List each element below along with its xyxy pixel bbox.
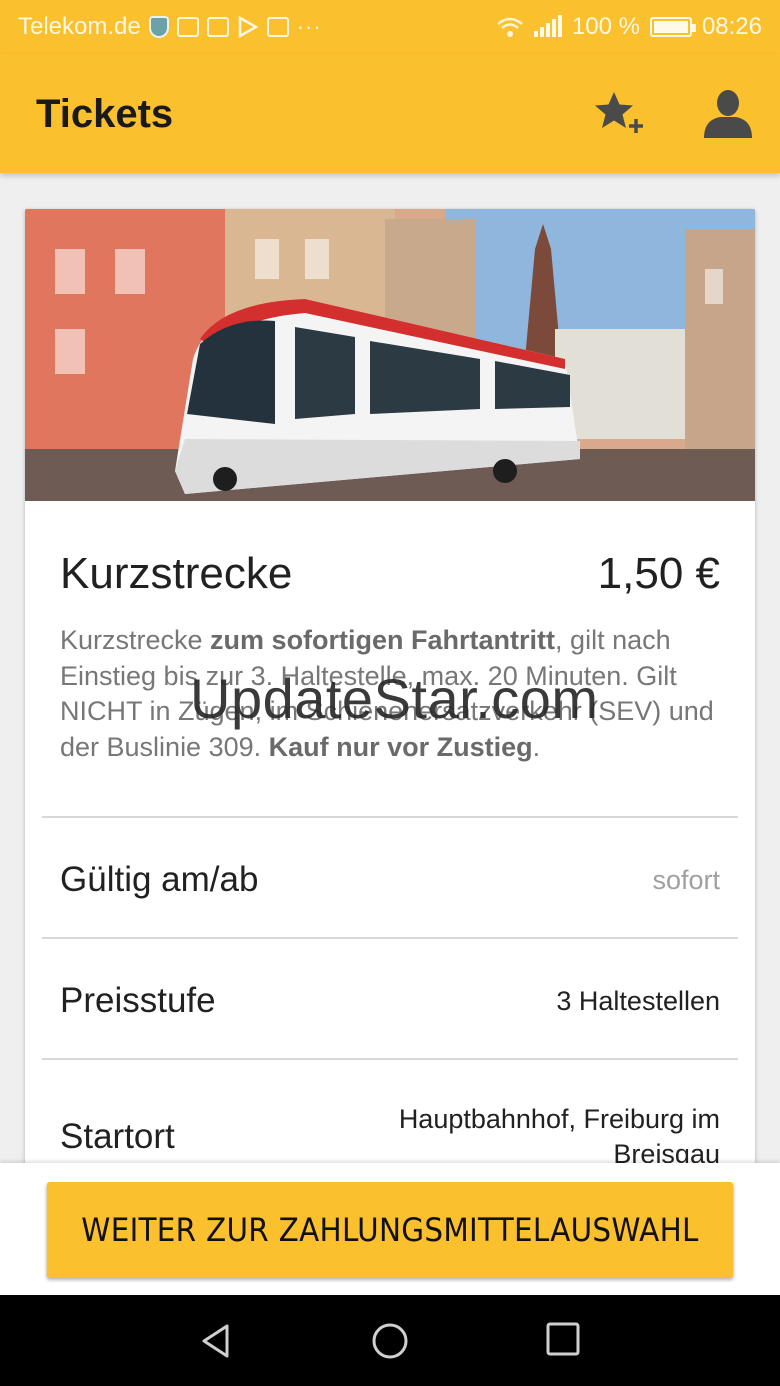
start-location-line: Hauptbahnhof, Freiburg im [398,1104,720,1134]
description-bold: zum sofortigen Fahrtantritt [210,625,556,655]
status-right: 100 % 08:26 [496,13,762,41]
bottom-action-area: WEITER ZUR ZAHLUNGSMITTELAUSWAHL [0,1163,780,1295]
back-icon[interactable] [196,1321,236,1361]
divider [42,1058,738,1060]
mail-icon [206,17,229,37]
shield-icon [148,16,169,38]
status-bar: Telekom.de ··· 100 % 08:26 [0,0,780,54]
tram-image [25,209,755,501]
calendar-icon [176,17,199,37]
description-text: Kurzstrecke [60,625,211,655]
start-location-label: Startort [60,1117,175,1156]
divider [42,816,738,818]
more-notifications-icon: ··· [296,14,322,39]
clock: 08:26 [701,13,762,40]
valid-from-value: sofort [652,865,720,895]
start-location-value: Hauptbahnhof, Freiburg im Breisgau [399,1102,720,1169]
profile-button[interactable] [700,86,756,142]
ticket-name: Kurzstrecke [60,549,293,598]
description-text: . [532,731,541,762]
price-level-value: 3 Haltestellen [556,986,720,1016]
gallery-icon [266,17,289,37]
status-left: Telekom.de ··· [18,13,322,41]
star-add-icon [595,92,643,133]
carrier-name: Telekom.de [18,13,141,40]
watermark: UpdateStar.com [190,667,599,730]
navigation-bar [0,1295,780,1386]
battery-icon [649,17,696,37]
valid-from-label: Gültig am/ab [60,860,259,899]
home-icon[interactable] [370,1321,410,1361]
continue-to-payment-button[interactable]: WEITER ZUR ZAHLUNGSMITTELAUSWAHL [46,1182,734,1278]
battery-percent: 100 % [571,13,640,40]
description-bold: Kauf nur vor Zustieg [268,731,533,762]
ticket-price: 1,50 € [597,549,720,598]
recents-icon[interactable] [545,1321,581,1357]
app-bar: Tickets [0,54,780,173]
page-title: Tickets [36,92,174,136]
favorite-add-button[interactable] [590,86,646,142]
wifi-icon [497,17,523,37]
battery-fill [653,21,688,33]
signal-icon [533,15,562,37]
divider [42,937,738,939]
play-store-icon [238,16,259,38]
price-level-label: Preisstufe [60,981,216,1020]
user-icon [704,90,752,138]
screen: Telekom.de ··· 100 % 08:26 Tickets Kurzs… [0,0,780,1386]
